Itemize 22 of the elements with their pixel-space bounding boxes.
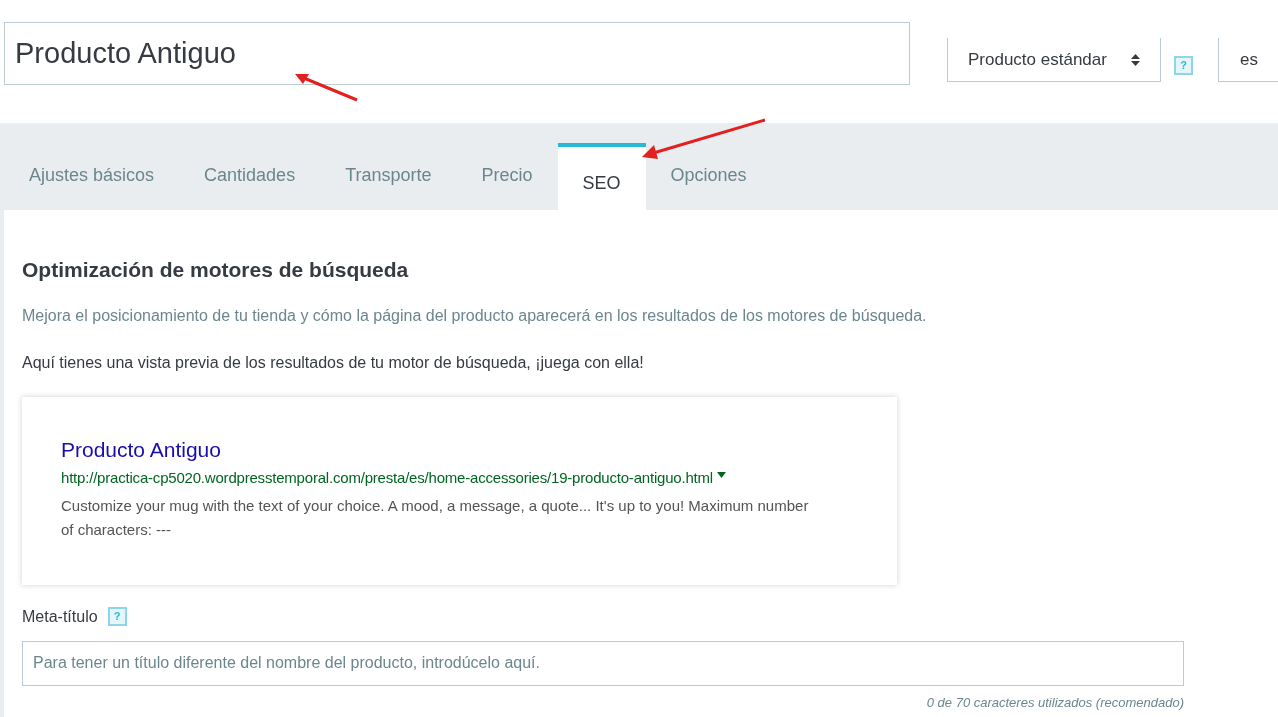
preview-url: http://practica-cp5020.wordpresstemporal.com/presta/es/home-accessories/19-producto-antiguo.html	[61, 467, 713, 488]
preview-intro: Aquí tienes una vista previa de los resultados de tu motor de búsqueda, ¡juega con ella!	[22, 352, 645, 373]
product-name-field[interactable]: Producto Antiguo	[4, 22, 910, 85]
product-type-select[interactable]: Producto estándar	[947, 38, 1161, 82]
meta-title-field[interactable]: Para tener un título diferente del nombre del producto, introdúcelo aquí.	[22, 640, 1184, 686]
help-icon[interactable]: ?	[107, 607, 127, 626]
section-description: Mejora el posicionamiento de tu tienda y cómo la página del producto aparecerá en los resultados de los motores de búsqueda.	[22, 305, 928, 326]
tab[interactable]: Transporte	[320, 143, 457, 210]
dropdown-caret-icon	[716, 471, 726, 478]
help-icon[interactable]: ?	[1174, 56, 1193, 75]
tab[interactable]: Precio	[456, 143, 558, 210]
preview-title: Producto Antiguo	[61, 436, 222, 463]
tab[interactable]: Cantidades	[179, 143, 321, 210]
sort-caret-icon	[1131, 53, 1140, 66]
character-counter: 0 de 70 caracteres utilizados (recomendado)	[926, 693, 1184, 712]
tab[interactable]: Opciones	[645, 143, 772, 210]
tab[interactable]: Ajustes básicos	[4, 143, 180, 210]
field-label: Meta-título	[22, 606, 98, 627]
tab[interactable]: SEO	[557, 143, 646, 210]
preview-snippet: Customize your mug with the text of your choice. A mood, a message, a quote... It's up to you! Maximum number of characters: ---	[61, 496, 810, 540]
section-heading: Optimización de motores de búsqueda	[22, 257, 410, 283]
language-select[interactable]: es	[1218, 38, 1278, 82]
